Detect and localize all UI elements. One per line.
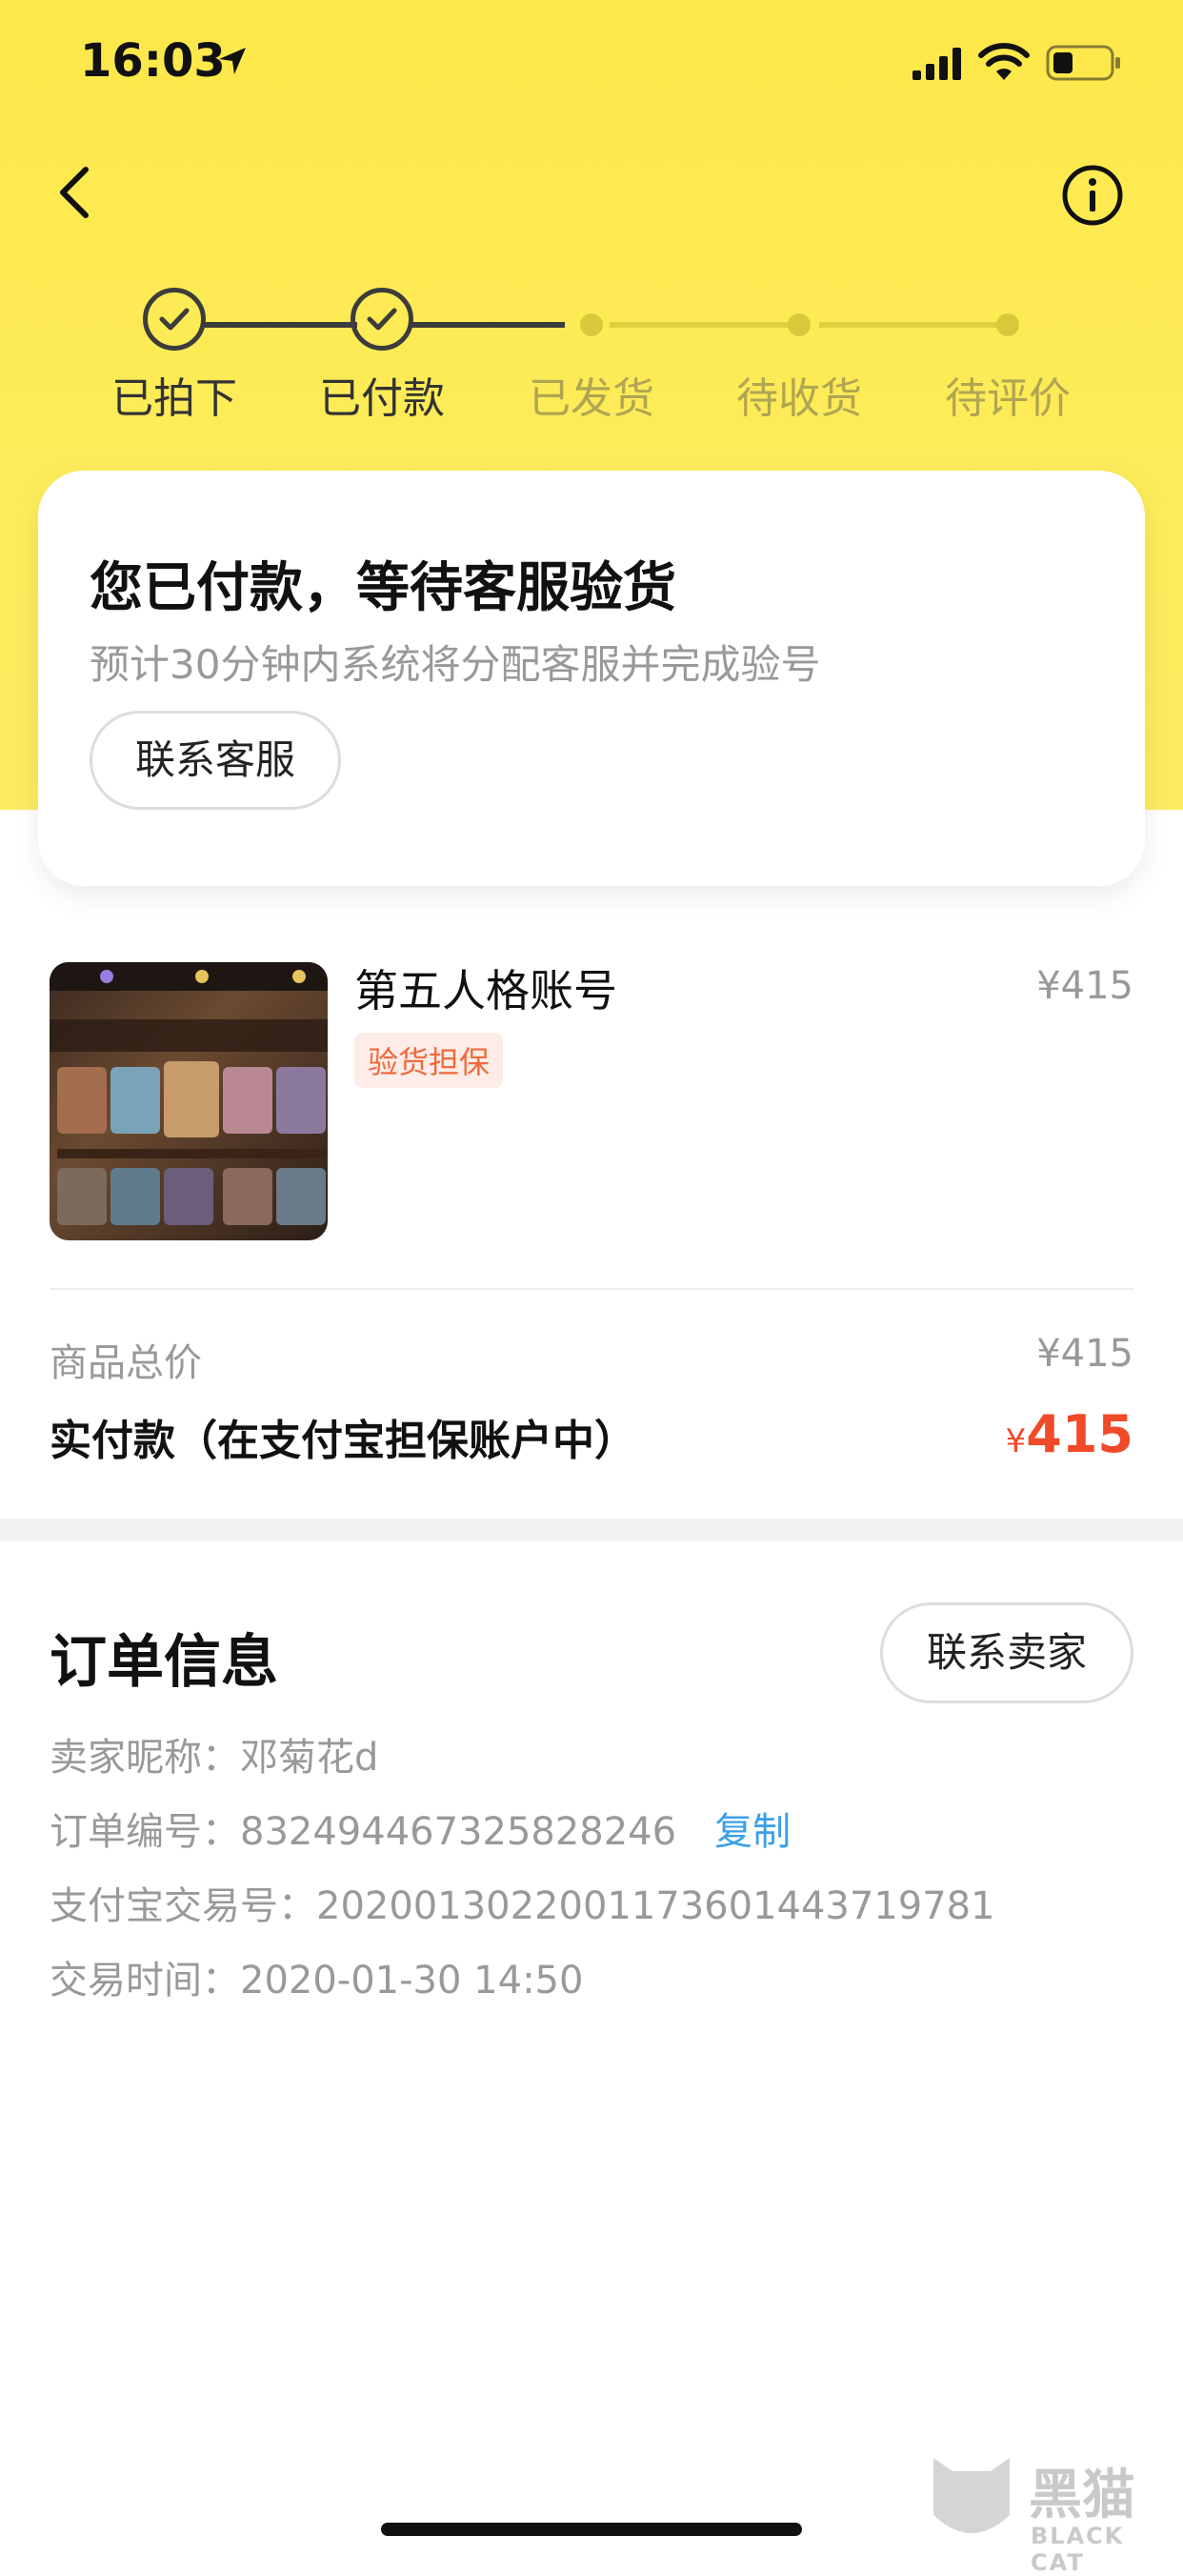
alipay-transaction-number: 支付宝交易号：2020013022001173601443719781 bbox=[50, 1884, 995, 1928]
product-thumbnail[interactable] bbox=[50, 962, 328, 1240]
divider bbox=[50, 1288, 1133, 1290]
status-subtitle: 预计30分钟内系统将分配客服并完成验号 bbox=[90, 641, 821, 688]
location-arrow-icon bbox=[219, 48, 246, 74]
order-progress-steps: 已拍下 已付款 已发货 待收货 待评价 bbox=[0, 286, 1183, 429]
progress-line-pending bbox=[610, 322, 791, 328]
back-chevron-icon[interactable] bbox=[55, 164, 93, 221]
step-dot-icon bbox=[580, 313, 603, 336]
status-title: 您已付款，等待客服验货 bbox=[90, 557, 676, 619]
total-price-label: 商品总价 bbox=[50, 1341, 202, 1385]
step-check-icon bbox=[351, 288, 413, 351]
progress-line-done bbox=[205, 322, 357, 328]
status-time: 16:03 bbox=[80, 34, 226, 88]
contact-service-button[interactable]: 联系客服 bbox=[90, 711, 341, 810]
inspection-guarantee-badge: 验货担保 bbox=[354, 1033, 504, 1088]
contact-seller-button[interactable]: 联系卖家 bbox=[880, 1602, 1133, 1703]
game-screenshot-image bbox=[50, 962, 328, 1225]
wifi-icon bbox=[978, 43, 1030, 80]
watermark-cn: 黑猫 bbox=[1029, 2465, 1135, 2526]
order-info-title: 订单信息 bbox=[50, 1629, 278, 1696]
order-status-card: 您已付款，等待客服验货 预计30分钟内系统将分配客服并完成验号 联系客服 bbox=[38, 471, 1145, 886]
step-label: 已拍下 bbox=[111, 374, 237, 423]
paid-currency: ¥ bbox=[1005, 1422, 1027, 1460]
product-title[interactable]: 第五人格账号 bbox=[354, 956, 617, 1019]
step-dot-icon bbox=[788, 313, 811, 336]
product-price: ¥415 bbox=[1036, 964, 1133, 1008]
step-label: 待评价 bbox=[945, 374, 1071, 423]
total-price-value: ¥415 bbox=[1036, 1332, 1133, 1376]
battery-icon bbox=[1046, 45, 1120, 81]
step-label: 已付款 bbox=[319, 374, 445, 423]
cat-logo-icon bbox=[933, 2458, 1010, 2533]
paid-amount: ¥415 bbox=[1006, 1404, 1133, 1464]
step-label: 已发货 bbox=[529, 374, 654, 423]
status-bar: 16:03 bbox=[0, 0, 1183, 133]
info-icon[interactable] bbox=[1061, 164, 1124, 227]
paid-amount-label: 实付款（在支付宝担保账户中） bbox=[50, 1417, 636, 1465]
seller-nickname: 卖家昵称：邓菊花d bbox=[50, 1736, 379, 1780]
transaction-time: 交易时间：2020-01-30 14:50 bbox=[50, 1959, 584, 2002]
paid-amount-value: 415 bbox=[1026, 1404, 1133, 1464]
order-number-row: 订单编号：832494467325828246 复制 bbox=[50, 1801, 791, 1856]
copy-order-number-link[interactable]: 复制 bbox=[714, 1810, 791, 1854]
step-label: 待收货 bbox=[736, 374, 862, 423]
watermark-en: BLACK CAT bbox=[1031, 2523, 1125, 2576]
home-indicator[interactable] bbox=[381, 2523, 802, 2536]
progress-line-done bbox=[412, 322, 565, 328]
step-check-icon bbox=[143, 288, 206, 351]
order-number: 订单编号：832494467325828246 bbox=[50, 1810, 677, 1854]
section-separator bbox=[0, 1519, 1183, 1541]
blackcat-watermark: 黑猫 BLACK CAT bbox=[924, 2448, 1181, 2576]
cellular-signal-icon bbox=[912, 48, 961, 80]
progress-line-pending bbox=[819, 322, 1000, 328]
step-dot-icon bbox=[996, 313, 1019, 336]
